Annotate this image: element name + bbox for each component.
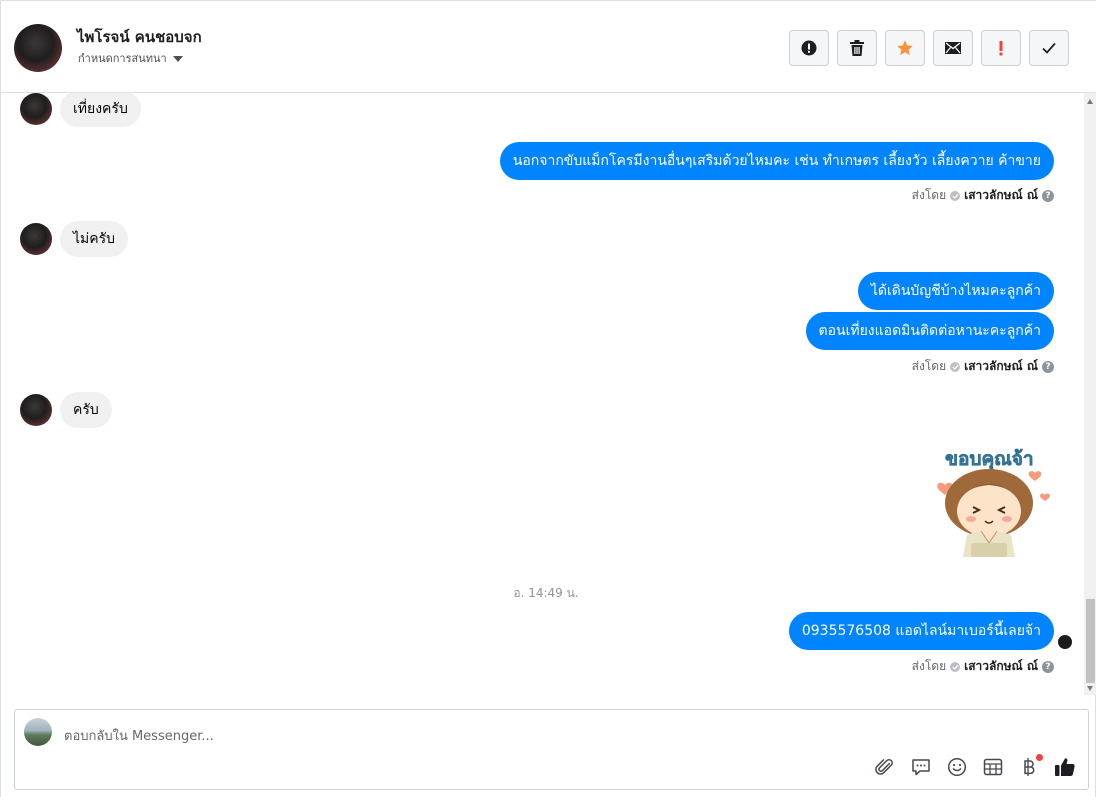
mark-unread-button[interactable]	[933, 30, 973, 66]
sent-by-prefix: ส่งโดย	[911, 359, 947, 373]
message-timestamp: อ. 14:49 น.	[513, 586, 579, 600]
payment-button[interactable]	[1018, 754, 1043, 778]
message-bubble[interactable]: ไม่ครับ	[60, 221, 129, 257]
help-icon[interactable]: ?	[1042, 189, 1054, 202]
checkmark-icon	[1042, 42, 1056, 54]
outgoing-message-bubble[interactable]: นอกจากขับแม็กโครมีงานอื่นๆเสริมด้วยไหมคะ…	[499, 142, 1054, 180]
composer-toolbar	[874, 754, 1076, 778]
saved-replies-button[interactable]	[910, 756, 932, 778]
exclamation-icon	[999, 41, 1003, 56]
saved-reply-icon	[912, 759, 930, 776]
message-bubble[interactable]: ครับ	[60, 392, 112, 428]
help-icon[interactable]: ?	[1042, 360, 1054, 373]
follow-up-button[interactable]	[981, 30, 1021, 66]
trash-icon	[850, 40, 864, 56]
sticker-text: ขอบคุณจ้า	[945, 448, 1034, 471]
scroll-up-arrow-icon[interactable]	[1087, 99, 1093, 104]
paperclip-icon	[875, 758, 893, 775]
verified-check-icon	[950, 190, 961, 201]
scroll-thumb[interactable]	[1086, 599, 1095, 683]
message-scrollbar[interactable]	[1084, 93, 1096, 695]
incoming-message: ไม่ครับ	[20, 221, 129, 257]
sent-by-prefix: ส่งโดย	[911, 659, 947, 673]
inbox-conversation-panel: ไพโรจน์ คนชอบจก กำหนดการสนทนา เที่ยงครับ…	[0, 0, 1096, 797]
sent-by-agent[interactable]: เสาวลักษณ์ ณ์	[964, 186, 1038, 205]
thumbs-up-icon	[1055, 758, 1075, 776]
sent-by-prefix: ส่งโดย	[911, 188, 947, 202]
sender-avatar	[20, 93, 52, 125]
incoming-message: ครับ	[20, 392, 112, 428]
outgoing-message-bubble[interactable]: ตอนเที่ยงแอดมินติดต่อหานะคะลูกค้า	[805, 312, 1054, 350]
exclamation-circle-icon	[801, 40, 817, 56]
envelope-icon	[945, 42, 961, 54]
like-button[interactable]	[1054, 756, 1076, 778]
assign-label: กำหนดการสนทนา	[78, 52, 167, 65]
sender-avatar	[20, 223, 52, 255]
incoming-message: เที่ยงครับ	[20, 93, 141, 127]
emoji-button[interactable]	[946, 756, 968, 778]
sent-by-agent[interactable]: เสาวลักษณ์ ณ์	[964, 357, 1038, 376]
message-bubble[interactable]: เที่ยงครับ	[60, 93, 141, 127]
appointment-button[interactable]	[982, 756, 1004, 778]
sent-by-agent[interactable]: เสาวลักษณ์ ณ์	[964, 657, 1038, 676]
baht-icon	[1024, 758, 1035, 776]
mark-done-button[interactable]	[1029, 30, 1069, 66]
seen-avatar	[1058, 635, 1072, 649]
help-icon[interactable]: ?	[1042, 660, 1054, 673]
sent-by-line: ส่งโดย เสาวลักษณ์ ณ์ ?	[912, 357, 1054, 376]
star-button[interactable]	[885, 30, 925, 66]
contact-name[interactable]: ไพโรจน์ คนชอบจก	[77, 25, 202, 49]
delete-button[interactable]	[837, 30, 877, 66]
conversation-actions	[789, 30, 1069, 66]
emoji-icon	[947, 757, 967, 777]
verified-check-icon	[950, 661, 961, 672]
table-icon	[983, 758, 1003, 776]
star-icon	[897, 40, 913, 56]
reply-composer[interactable]: ตอบกลับใน Messenger...	[14, 709, 1089, 790]
sender-avatar	[20, 394, 52, 426]
page-avatar	[24, 718, 52, 746]
reply-input[interactable]: ตอบกลับใน Messenger...	[64, 725, 214, 746]
outgoing-message-bubble[interactable]: ได้เดินบัญชีบ้างไหมคะลูกค้า	[857, 272, 1054, 310]
notification-dot	[1036, 754, 1043, 761]
thank-you-sticker[interactable]: ขอบคุณจ้า	[931, 439, 1057, 565]
caret-down-icon	[172, 55, 183, 62]
outgoing-message-bubble[interactable]: 0935576508 แอดไลน์มาเบอร์นี้เลยจ้า	[788, 612, 1054, 650]
sent-by-line: ส่งโดย เสาวลักษณ์ ณ์ ?	[912, 186, 1054, 205]
verified-check-icon	[950, 361, 961, 372]
scroll-down-arrow-icon[interactable]	[1087, 686, 1093, 691]
contact-avatar[interactable]	[14, 24, 62, 72]
attach-file-button[interactable]	[874, 756, 896, 778]
assign-conversation-dropdown[interactable]: กำหนดการสนทนา	[78, 49, 183, 67]
message-list: เที่ยงครับ นอกจากขับแม็กโครมีงานอื่นๆเสร…	[1, 93, 1084, 695]
report-spam-button[interactable]	[789, 30, 829, 66]
sent-by-line: ส่งโดย เสาวลักษณ์ ณ์ ?	[912, 657, 1054, 676]
conversation-header: ไพโรจน์ คนชอบจก กำหนดการสนทนา	[1, 1, 1096, 93]
